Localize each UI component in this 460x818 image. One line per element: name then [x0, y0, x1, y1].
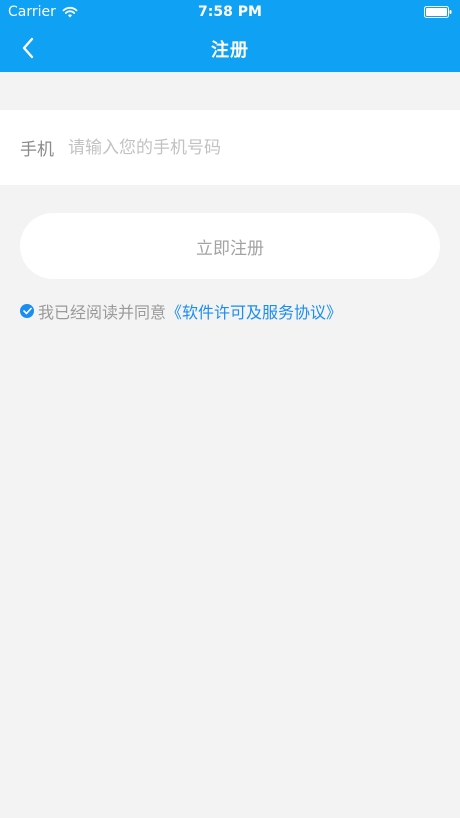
navigation-bar: 注册 — [0, 24, 460, 72]
status-time: 7:58 PM — [198, 4, 262, 20]
agreement-checkbox[interactable] — [20, 304, 34, 318]
license-agreement-link[interactable]: 《软件许可及服务协议》 — [166, 299, 342, 323]
check-icon — [22, 307, 32, 315]
phone-label: 手机 — [20, 140, 54, 160]
battery-icon — [424, 6, 452, 18]
phone-input[interactable] — [68, 137, 428, 158]
agreement-row: 我已经阅读并同意 《软件许可及服务协议》 — [20, 300, 342, 322]
phone-field-row: 手机 — [0, 110, 460, 185]
agreement-text: 我已经阅读并同意 — [38, 303, 167, 322]
app-header: Carrier 7:58 PM 注册 — [0, 0, 460, 72]
page-title: 注册 — [211, 40, 249, 61]
register-button[interactable]: 立即注册 — [20, 213, 440, 279]
status-bar: Carrier 7:58 PM — [0, 0, 460, 24]
